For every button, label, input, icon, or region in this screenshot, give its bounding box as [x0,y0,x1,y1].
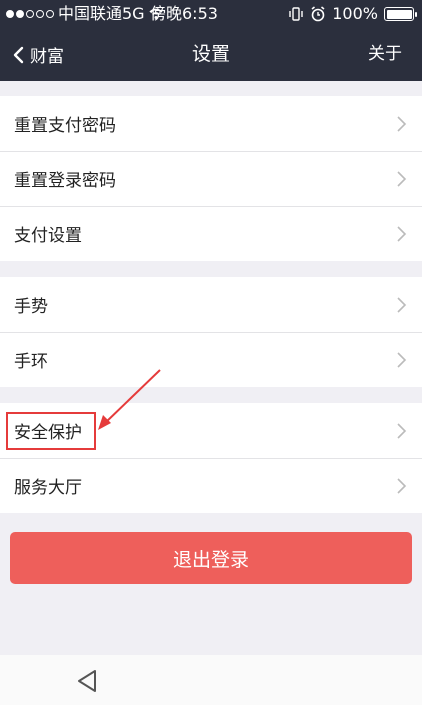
list-item-label: 重置支付密码 [14,116,116,136]
settings-group-payment: 重置支付密码 重置登录密码 支付设置 [0,96,422,261]
status-bar: 中国联通5G 傍晚6:53 100% [0,0,422,28]
system-nav-bar [0,655,422,705]
chevron-right-icon [397,297,407,313]
battery-fill [386,9,412,19]
navbar: 财富 设置 关于 [0,28,422,81]
carrier-label: 中国联通5G [58,4,145,23]
alarm-icon [311,6,325,22]
about-button[interactable]: 关于 [368,28,402,81]
chevron-right-icon [397,116,407,132]
gesture-item[interactable]: 手势 [0,277,422,332]
chevron-left-icon [13,46,24,63]
reset-payment-password-item[interactable]: 重置支付密码 [0,96,422,151]
back-triangle-icon[interactable] [76,669,98,693]
chevron-right-icon [397,352,407,368]
back-button[interactable]: 财富 [12,28,64,81]
settings-group-security: 安全保护 服务大厅 [0,403,422,513]
chevron-right-icon [397,478,407,494]
chevron-right-icon [397,171,407,187]
signal-strength-icon [6,10,54,18]
battery-percent: 100% [332,4,378,23]
chevron-right-icon [397,423,407,439]
highlight-box [6,412,96,450]
chevron-right-icon [397,226,407,242]
list-item-label: 手环 [14,352,48,372]
back-label: 财富 [30,47,64,67]
list-item-label: 重置登录密码 [14,171,116,191]
list-item-label: 支付设置 [14,226,82,246]
service-hall-item[interactable]: 服务大厅 [0,458,422,513]
wristband-item[interactable]: 手环 [0,332,422,387]
status-center: 傍晚6:53 [150,0,218,28]
security-protection-item[interactable]: 安全保护 [0,403,422,458]
list-item-label: 手势 [14,297,48,317]
battery-icon [384,7,417,21]
reset-login-password-item[interactable]: 重置登录密码 [0,151,422,206]
vibrate-icon [289,7,303,21]
payment-settings-item[interactable]: 支付设置 [0,206,422,261]
settings-group-gesture: 手势 手环 [0,277,422,387]
status-right: 100% [288,0,417,28]
logout-button[interactable]: 退出登录 [10,532,412,584]
header: 中国联通5G 傍晚6:53 100% 财富 设置 关于 [0,0,422,81]
clock: 傍晚6:53 [150,4,218,23]
status-left: 中国联通5G [6,0,163,28]
list-item-label: 服务大厅 [14,478,82,498]
